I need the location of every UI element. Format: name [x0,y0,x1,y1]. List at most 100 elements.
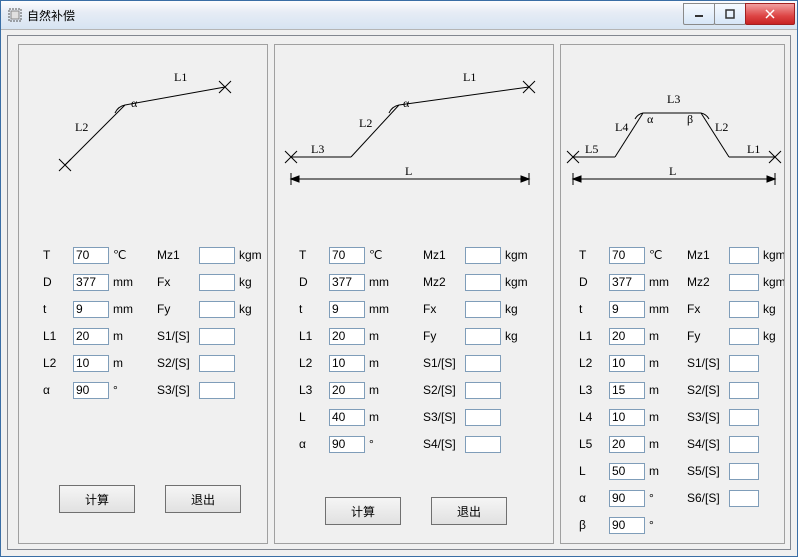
input-p3-t[interactable] [609,301,645,318]
unit-kgm: kgm [239,248,267,262]
output-p3-Fx[interactable] [729,301,759,318]
svg-text:L: L [405,164,412,178]
svg-text:α: α [131,96,138,110]
input-p3-alpha[interactable] [609,490,645,507]
svg-text:L2: L2 [359,116,372,130]
svg-text:L3: L3 [311,142,324,156]
output-p2-Mz2[interactable] [465,274,501,291]
input-p2-L1[interactable] [329,328,365,345]
diagram-2: L1 L2 L3 α L [275,45,553,175]
unit-deg: ° [113,383,141,397]
client-area: L1 L2 α T℃ Dmm tmm L1m L2m α° Mz1kgm Fxk… [7,35,791,550]
svg-text:β: β [687,112,693,126]
input-p1-T[interactable] [73,247,109,264]
output-p3-S6[interactable] [729,490,759,507]
maximize-button[interactable] [714,3,746,25]
label-T: T [299,248,329,262]
label-alpha: α [43,383,73,397]
output-p1-S2[interactable] [199,355,235,372]
app-window: 自然补偿 L1 L2 α [0,0,798,557]
input-p3-L2[interactable] [609,355,645,372]
input-p3-beta[interactable] [609,517,645,534]
svg-text:L2: L2 [75,120,88,134]
close-button[interactable] [745,3,795,25]
label-D: D [43,275,73,289]
output-p1-Mz1[interactable] [199,247,235,264]
output-p1-S1[interactable] [199,328,235,345]
input-p1-alpha[interactable] [73,382,109,399]
svg-text:L3: L3 [667,92,680,106]
input-p3-L1[interactable] [609,328,645,345]
panel-2: L1 L2 L3 α L T℃ Dmm tmm L1m L2m L3m Lm α… [274,44,554,544]
output-p1-Fx[interactable] [199,274,235,291]
output-p1-Fy[interactable] [199,301,235,318]
svg-text:α: α [647,112,654,126]
output-p3-S3[interactable] [729,409,759,426]
input-p3-L4[interactable] [609,409,645,426]
output-p2-S2[interactable] [465,382,501,399]
svg-text:L2: L2 [715,120,728,134]
input-p2-L2[interactable] [329,355,365,372]
svg-text:L4: L4 [615,120,628,134]
panel-1: L1 L2 α T℃ Dmm tmm L1m L2m α° Mz1kgm Fxk… [18,44,268,544]
window-buttons [684,3,795,23]
output-p3-Mz2[interactable] [729,274,759,291]
output-p3-S4[interactable] [729,436,759,453]
label-L2: L2 [43,356,73,370]
diagram-1: L1 L2 α [19,45,267,175]
label-T: T [43,248,73,262]
label-S3: S3/[S] [157,383,199,397]
svg-text:L1: L1 [174,70,187,84]
output-p2-S3[interactable] [465,409,501,426]
unit-m: m [113,329,141,343]
calc-button-1[interactable]: 计算 [59,485,135,513]
app-icon [7,7,23,23]
input-p1-t[interactable] [73,301,109,318]
exit-button-2[interactable]: 退出 [431,497,507,525]
unit-kg: kg [239,275,267,289]
input-p3-L[interactable] [609,463,645,480]
output-p3-S1[interactable] [729,355,759,372]
output-p3-S2[interactable] [729,382,759,399]
output-p2-Fy[interactable] [465,328,501,345]
output-p1-S3[interactable] [199,382,235,399]
svg-text:L1: L1 [463,70,476,84]
output-p2-Mz1[interactable] [465,247,501,264]
input-p2-L[interactable] [329,409,365,426]
input-p2-T[interactable] [329,247,365,264]
output-p2-Fx[interactable] [465,301,501,318]
input-p2-L3[interactable] [329,382,365,399]
output-p3-Fy[interactable] [729,328,759,345]
label-Fy: Fy [157,302,199,316]
unit-kg: kg [239,302,267,316]
diagram-3: L3 L4 L2 L5 L1 α β L [561,45,784,175]
input-p1-D[interactable] [73,274,109,291]
minimize-button[interactable] [683,3,715,25]
svg-text:L1: L1 [747,142,760,156]
svg-text:α: α [403,96,410,110]
input-p2-alpha[interactable] [329,436,365,453]
label-Fx: Fx [157,275,199,289]
unit-C: ℃ [113,248,141,262]
unit-mm: mm [113,275,141,289]
output-p2-S4[interactable] [465,436,501,453]
output-p3-Mz1[interactable] [729,247,759,264]
output-p2-S1[interactable] [465,355,501,372]
titlebar: 自然补偿 [1,1,797,30]
input-p3-L5[interactable] [609,436,645,453]
input-p3-D[interactable] [609,274,645,291]
input-p2-D[interactable] [329,274,365,291]
label-L1: L1 [43,329,73,343]
svg-text:L5: L5 [585,142,598,156]
input-p2-t[interactable] [329,301,365,318]
exit-button-1[interactable]: 退出 [165,485,241,513]
input-p3-T[interactable] [609,247,645,264]
calc-button-2[interactable]: 计算 [325,497,401,525]
panel-3: L3 L4 L2 L5 L1 α β L T℃ Dmm tmm L1m L2m … [560,44,785,544]
input-p3-L3[interactable] [609,382,645,399]
output-p3-S5[interactable] [729,463,759,480]
input-p1-L1[interactable] [73,328,109,345]
svg-text:L: L [669,164,676,178]
input-p1-L2[interactable] [73,355,109,372]
unit-m: m [113,356,141,370]
